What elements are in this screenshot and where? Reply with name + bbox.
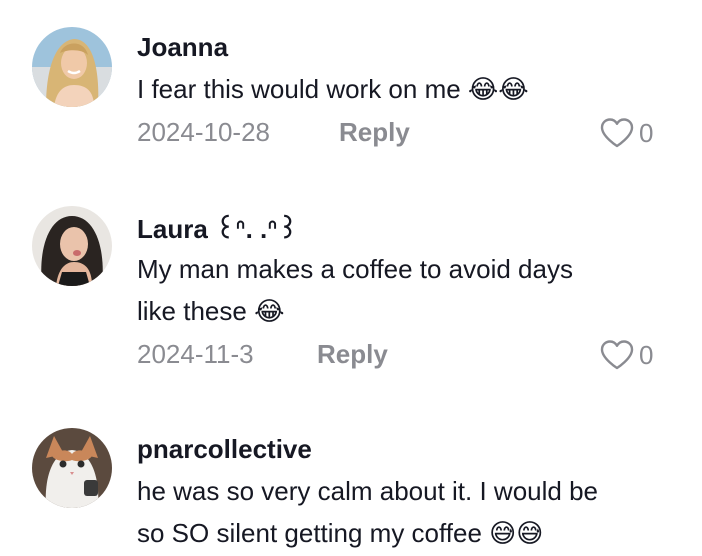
comment-line: My man makes a coffee to avoid days [137, 254, 573, 284]
like-button[interactable]: 0 [599, 339, 653, 371]
comment-meta: 2024-11-3 Reply 0 [137, 339, 667, 373]
comment-line: so SO silent getting my coffee 😅😅 [137, 518, 544, 548]
comment-line: like these 😂 [137, 296, 285, 326]
avatar[interactable] [32, 428, 112, 508]
like-count: 0 [639, 117, 654, 148]
username[interactable]: Joanna [137, 32, 228, 63]
comment-text: I fear this would work on me 😂😂 [137, 68, 677, 110]
comment-text: My man makes a coffee to avoid days like… [137, 248, 677, 332]
username[interactable]: pnarcollective [137, 434, 312, 465]
avatar[interactable] [32, 206, 112, 286]
reply-button[interactable]: Reply [317, 339, 388, 370]
comment-text: he was so very calm about it. I would be… [137, 470, 677, 554]
like-button[interactable]: 0 [599, 117, 653, 149]
like-count: 0 [639, 339, 654, 370]
user-photo-icon [32, 206, 112, 286]
comment-line: I fear this would work on me 😂😂 [137, 74, 529, 104]
reply-button[interactable]: Reply [339, 117, 410, 148]
user-photo-icon [32, 27, 112, 107]
heart-outline-icon [600, 340, 634, 370]
heart-outline-icon [600, 118, 634, 148]
comment-date: 2024-11-3 [137, 339, 254, 369]
avatar[interactable] [32, 27, 112, 107]
comment-date: 2024-10-28 [137, 117, 270, 147]
comment-line: he was so very calm about it. I would be [137, 476, 599, 506]
username[interactable]: Laura ꒰ᐢ. .ᐢ꒱ [137, 211, 298, 245]
comment-meta: 2024-10-28 Reply 0 [137, 117, 667, 151]
user-photo-icon [32, 428, 112, 508]
